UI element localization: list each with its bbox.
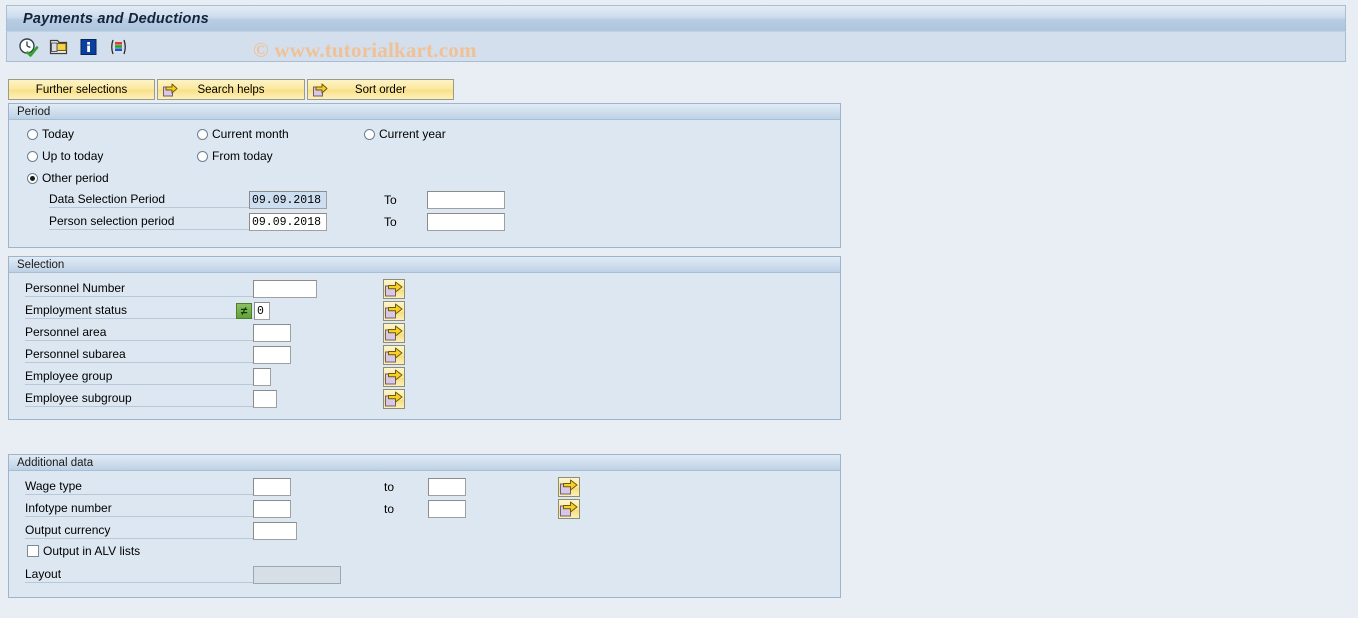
- further-selections-label: Further selections: [35, 83, 128, 96]
- further-selections-button[interactable]: Further selections: [8, 79, 155, 100]
- execute-clock-check-icon[interactable]: [18, 37, 40, 57]
- additional-data-group: Additional data Wage type to Infotype nu…: [8, 454, 841, 598]
- radio-current-year[interactable]: Current year: [364, 127, 446, 141]
- wage-type-to-label: to: [384, 480, 395, 494]
- selection-group-title: Selection: [9, 257, 840, 273]
- radio-current-month-indicator[interactable]: [197, 128, 208, 140]
- arrow-right-icon: [312, 82, 328, 101]
- wage-type-label: Wage type: [25, 479, 253, 495]
- arrow-right-icon: [162, 82, 178, 101]
- employment-status-operator-button[interactable]: ≠: [236, 303, 252, 319]
- radio-today-label: Today: [42, 127, 75, 141]
- personnel-area-label: Personnel area: [25, 325, 253, 341]
- radio-from-today-label: From today: [212, 149, 273, 163]
- personnel-number-input[interactable]: [253, 280, 317, 298]
- output-alv-lists-checkbox[interactable]: [27, 545, 39, 557]
- employment-status-multi-select-button[interactable]: [383, 301, 405, 321]
- period-group-title: Period: [9, 104, 840, 120]
- employee-group-multi-select-button[interactable]: [383, 367, 405, 387]
- radio-up-to-today-indicator[interactable]: [27, 150, 38, 162]
- radio-other-period-indicator[interactable]: [27, 172, 38, 184]
- get-variant-icon[interactable]: [48, 37, 70, 57]
- period-group: Period Today Current month Current year …: [8, 103, 841, 248]
- personnel-subarea-input[interactable]: [253, 346, 291, 364]
- search-helps-button[interactable]: Search helps: [157, 79, 305, 100]
- page-title: Payments and Deductions: [23, 10, 209, 27]
- radio-current-month-label: Current month: [212, 127, 289, 141]
- radio-from-today-indicator[interactable]: [197, 150, 208, 162]
- person-selection-period-label: Person selection period: [49, 214, 249, 230]
- infotype-number-to-label: to: [384, 502, 395, 516]
- window-title-bar: Payments and Deductions: [6, 5, 1346, 31]
- search-helps-label: Search helps: [197, 83, 265, 96]
- radio-up-to-today-label: Up to today: [42, 149, 104, 163]
- radio-current-year-label: Current year: [379, 127, 446, 141]
- person-selection-period-input[interactable]: [249, 213, 327, 231]
- radio-from-today[interactable]: From today: [197, 149, 273, 163]
- data-selection-period-to-input[interactable]: [427, 191, 505, 209]
- person-selection-period-to-input[interactable]: [427, 213, 505, 231]
- radio-current-year-indicator[interactable]: [364, 128, 375, 140]
- employment-status-input[interactable]: [254, 302, 270, 320]
- toolbar: [6, 31, 1346, 62]
- employee-subgroup-label: Employee subgroup: [25, 391, 253, 407]
- infotype-number-input[interactable]: [253, 500, 291, 518]
- infotype-number-label: Infotype number: [25, 501, 253, 517]
- personnel-subarea-label: Personnel subarea: [25, 347, 253, 363]
- personnel-area-input[interactable]: [253, 324, 291, 342]
- wage-type-input[interactable]: [253, 478, 291, 496]
- employee-group-input[interactable]: [253, 368, 271, 386]
- personnel-number-label: Personnel Number: [25, 281, 253, 297]
- personnel-subarea-multi-select-button[interactable]: [383, 345, 405, 365]
- data-selection-period-label: Data Selection Period: [49, 192, 249, 208]
- action-button-row: Further selections Search helps Sort ord…: [8, 79, 456, 100]
- employee-subgroup-multi-select-button[interactable]: [383, 389, 405, 409]
- infotype-number-to-input[interactable]: [428, 500, 466, 518]
- radio-today-indicator[interactable]: [27, 128, 38, 140]
- info-icon[interactable]: [78, 37, 100, 57]
- wage-type-to-input[interactable]: [428, 478, 466, 496]
- layout-input[interactable]: [253, 566, 341, 584]
- sort-order-label: Sort order: [354, 83, 407, 96]
- data-selection-period-to-label: To: [384, 193, 397, 207]
- employee-subgroup-input[interactable]: [253, 390, 277, 408]
- person-selection-period-to-label: To: [384, 215, 397, 229]
- personnel-area-multi-select-button[interactable]: [383, 323, 405, 343]
- data-selection-period-input[interactable]: [249, 191, 327, 209]
- output-alv-lists-label: Output in ALV lists: [43, 544, 141, 558]
- layout-label: Layout: [25, 567, 253, 583]
- radio-other-period-label: Other period: [42, 171, 109, 185]
- radio-today[interactable]: Today: [27, 127, 74, 141]
- color-bars-icon[interactable]: [108, 37, 130, 57]
- selection-group: Selection Personnel Number Employment st…: [8, 256, 841, 420]
- radio-current-month[interactable]: Current month: [197, 127, 289, 141]
- employment-status-label: Employment status: [25, 303, 253, 319]
- output-currency-label: Output currency: [25, 523, 253, 539]
- wage-type-multi-select-button[interactable]: [558, 477, 580, 497]
- sort-order-button[interactable]: Sort order: [307, 79, 454, 100]
- employee-group-label: Employee group: [25, 369, 253, 385]
- radio-up-to-today[interactable]: Up to today: [27, 149, 103, 163]
- output-currency-input[interactable]: [253, 522, 297, 540]
- infotype-number-multi-select-button[interactable]: [558, 499, 580, 519]
- radio-other-period[interactable]: Other period: [27, 171, 109, 185]
- personnel-number-multi-select-button[interactable]: [383, 279, 405, 299]
- additional-data-group-title: Additional data: [9, 455, 840, 471]
